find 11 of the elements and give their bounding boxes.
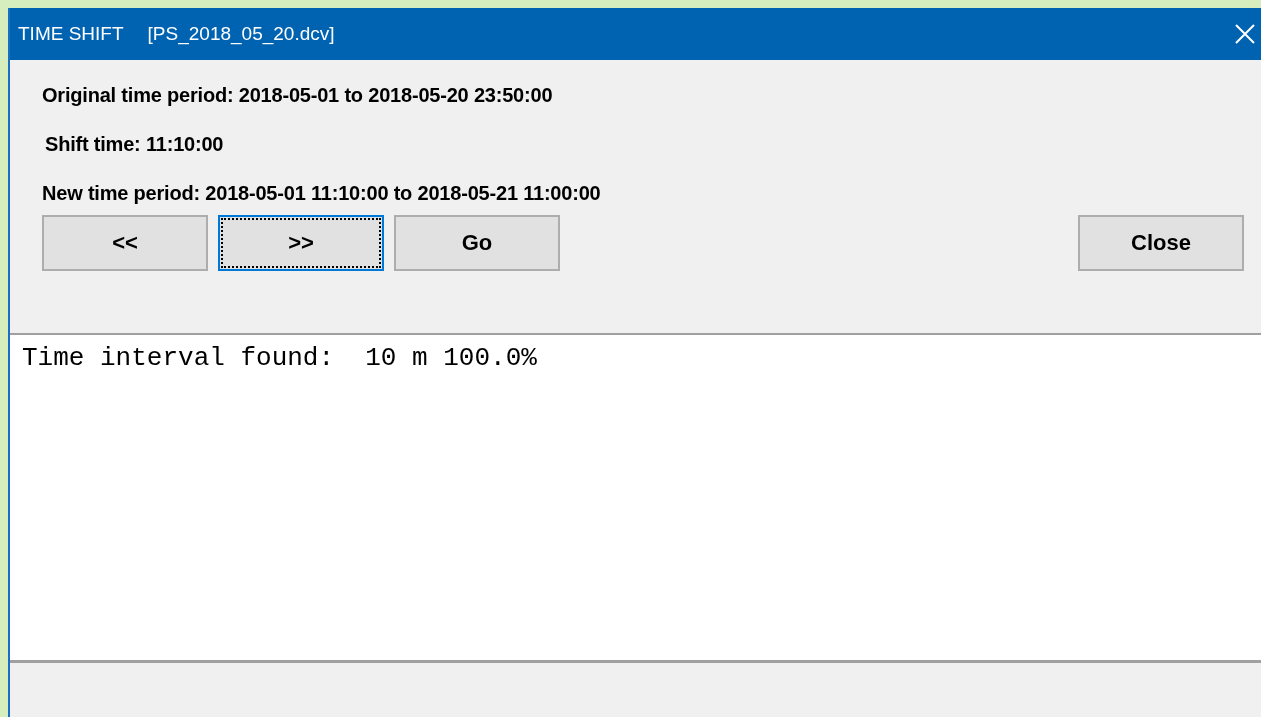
info-text: Shift time: 11:10:00: [44, 133, 225, 157]
action-button[interactable]: Go: [394, 215, 560, 271]
action-button[interactable]: >>: [218, 215, 384, 271]
file-name: [PS_2018_05_20.dcv]: [147, 23, 335, 45]
close-button[interactable]: Close: [1078, 215, 1244, 271]
action-button[interactable]: <<: [42, 215, 208, 271]
output-text: Time interval found: 10 m 100.0%: [22, 343, 537, 373]
info-text: New time period: 2018-05-01 11:10:00 to 2018-05-21 11:00:00: [42, 182, 602, 206]
close-icon[interactable]: [1235, 24, 1255, 44]
info-text: Original time period: 2018-05-01 to 2018-05-20 23:50:00: [42, 84, 554, 108]
window-title: TIME SHIFT: [18, 23, 124, 45]
